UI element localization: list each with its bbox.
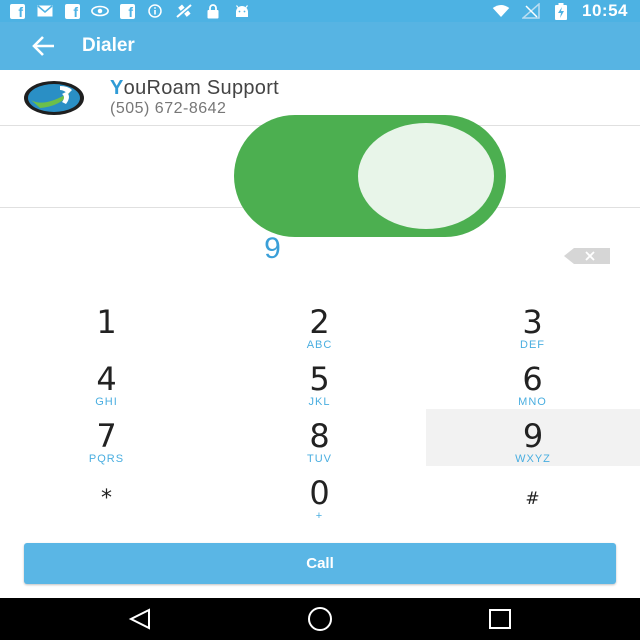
page-title: Dialer: [82, 35, 135, 56]
toggle-knob[interactable]: [358, 123, 494, 229]
dialed-number: 9: [264, 232, 282, 265]
key-0[interactable]: 0 +: [213, 466, 426, 523]
key-letters: DEF: [520, 339, 545, 351]
home-circle-icon: [308, 607, 332, 631]
facebook-icon: f: [10, 3, 25, 19]
key-digit: 6: [522, 360, 543, 398]
app-bar: Dialer: [0, 22, 640, 70]
contact-name: YouRoam Support: [110, 77, 279, 99]
back-arrow-icon: [32, 36, 54, 56]
back-button[interactable]: [22, 22, 66, 70]
key-digit: 3: [522, 303, 543, 341]
call-button[interactable]: Call: [24, 543, 616, 584]
key-6[interactable]: 6 MNO: [426, 352, 639, 409]
key-digit: 8: [309, 417, 330, 455]
info-icon: [146, 4, 164, 18]
eye-icon: [91, 4, 109, 18]
lock-icon: [204, 3, 222, 18]
key-9[interactable]: 9 WXYZ: [426, 409, 640, 466]
contact-info: YouRoam Support (505) 672-8642: [110, 77, 279, 119]
key-3[interactable]: 3 DEF: [426, 295, 639, 352]
nav-recents-button[interactable]: [486, 606, 514, 632]
youroam-logo: [24, 80, 84, 115]
signal-off-icon: [522, 3, 540, 19]
key-hash[interactable]: #: [426, 466, 639, 523]
backspace-icon: [564, 248, 610, 264]
key-star[interactable]: *: [0, 466, 213, 523]
facebook-icon: f: [120, 3, 135, 19]
key-digit: 1: [96, 303, 117, 341]
back-triangle-icon: [128, 608, 150, 630]
battery-charging-icon: [552, 2, 570, 20]
contact-phone: (505) 672-8642: [110, 99, 227, 117]
status-bar: f f f 10:54: [0, 0, 640, 22]
key-1[interactable]: 1: [0, 295, 213, 352]
key-2[interactable]: 2 ABC: [213, 295, 426, 352]
recents-square-icon: [489, 609, 511, 629]
key-4[interactable]: 4 GHI: [0, 352, 213, 409]
nav-back-button[interactable]: [126, 606, 154, 632]
key-digit: #: [525, 489, 540, 509]
dialer-screen: f f f 10:54 Dialer YouRoam Support (505)…: [0, 0, 640, 640]
system-icons: 10:54: [492, 0, 628, 22]
android-icon: [233, 4, 251, 18]
contact-name-initial: Y: [110, 76, 124, 99]
satellite-icon: [175, 4, 193, 18]
backspace-button[interactable]: [564, 248, 610, 264]
key-digit: 0: [309, 474, 330, 512]
nav-home-button[interactable]: [306, 606, 334, 632]
key-letters: ABC: [306, 339, 333, 351]
key-letters: MNO: [518, 396, 547, 408]
key-letters: GHI: [95, 396, 118, 408]
key-letters: JKL: [308, 396, 331, 408]
key-8[interactable]: 8 TUV: [213, 409, 426, 466]
key-digit: 5: [309, 360, 330, 398]
toggle-switch[interactable]: [234, 115, 506, 237]
facebook-icon: f: [65, 3, 80, 19]
key-digit: *: [101, 486, 112, 511]
wifi-icon: [492, 4, 510, 18]
key-digit: 2: [309, 303, 330, 341]
key-digit: 9: [522, 417, 544, 455]
notification-icons: f f f: [0, 3, 251, 19]
key-digit: 4: [96, 360, 117, 398]
clock: 10:54: [582, 1, 628, 20]
key-letters: +: [315, 510, 324, 522]
message-icon: [36, 4, 54, 18]
key-5[interactable]: 5 JKL: [213, 352, 426, 409]
key-letters: TUV: [307, 453, 332, 465]
contact-name-rest: ouRoam Support: [123, 76, 280, 99]
key-digit: 7: [96, 417, 117, 455]
navigation-bar: [0, 598, 640, 640]
key-letters: WXYZ: [515, 453, 551, 465]
key-7[interactable]: 7 PQRS: [0, 409, 213, 466]
key-letters: PQRS: [88, 453, 125, 465]
